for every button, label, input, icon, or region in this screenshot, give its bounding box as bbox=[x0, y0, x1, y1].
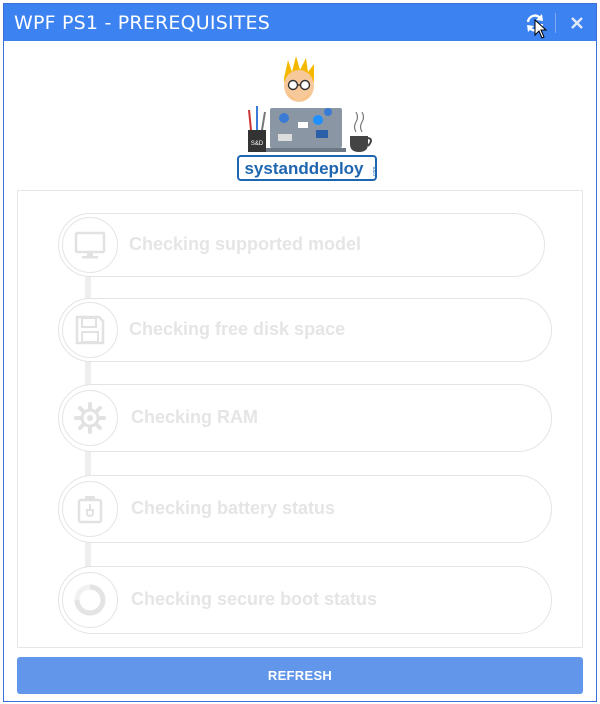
step-icon-circle bbox=[62, 481, 118, 537]
title-bar-separator bbox=[555, 13, 556, 33]
step-icon-circle bbox=[62, 302, 118, 358]
close-button[interactable] bbox=[564, 10, 590, 36]
spinner-icon bbox=[74, 584, 106, 616]
close-icon bbox=[571, 17, 583, 29]
app-window: WPF PS1 - PREREQUISITES S&D systanddeplo… bbox=[3, 3, 597, 702]
step-supported-model: Checking supported model bbox=[58, 213, 545, 277]
step-battery-status: Checking battery status bbox=[58, 475, 552, 543]
step-connector bbox=[85, 540, 91, 568]
step-icon-circle bbox=[62, 390, 118, 446]
battery-icon bbox=[77, 496, 103, 524]
refresh-title-button[interactable] bbox=[522, 10, 548, 39]
brand-suffix: .com bbox=[372, 167, 378, 178]
step-connector bbox=[85, 449, 91, 477]
step-free-disk-space: Checking free disk space bbox=[58, 298, 552, 362]
step-label: Checking battery status bbox=[131, 498, 336, 518]
brand-text: systanddeploy bbox=[244, 159, 364, 178]
mouse-cursor-icon bbox=[534, 19, 548, 39]
refresh-button[interactable]: REFRESH bbox=[17, 657, 583, 694]
gear-icon bbox=[74, 402, 106, 434]
monitor-icon bbox=[74, 231, 106, 259]
step-label: Checking supported model bbox=[129, 234, 362, 254]
systanddeploy-logo: S&D systanddeploy .com bbox=[232, 52, 382, 182]
step-icon-circle bbox=[62, 572, 118, 628]
cup-label: S&D bbox=[251, 141, 264, 147]
title-bar: WPF PS1 - PREREQUISITES bbox=[4, 4, 596, 41]
window-title: WPF PS1 - PREREQUISITES bbox=[14, 12, 271, 34]
step-label: Checking RAM bbox=[131, 407, 259, 427]
step-icon-circle bbox=[62, 217, 118, 273]
step-label: Checking secure boot status bbox=[131, 589, 378, 609]
step-label: Checking free disk space bbox=[129, 319, 346, 339]
step-secure-boot-status: Checking secure boot status bbox=[58, 566, 552, 634]
prerequisites-panel: Checking supported model Checking free d… bbox=[17, 190, 583, 648]
floppy-disk-icon bbox=[75, 315, 105, 345]
step-ram: Checking RAM bbox=[58, 384, 552, 452]
